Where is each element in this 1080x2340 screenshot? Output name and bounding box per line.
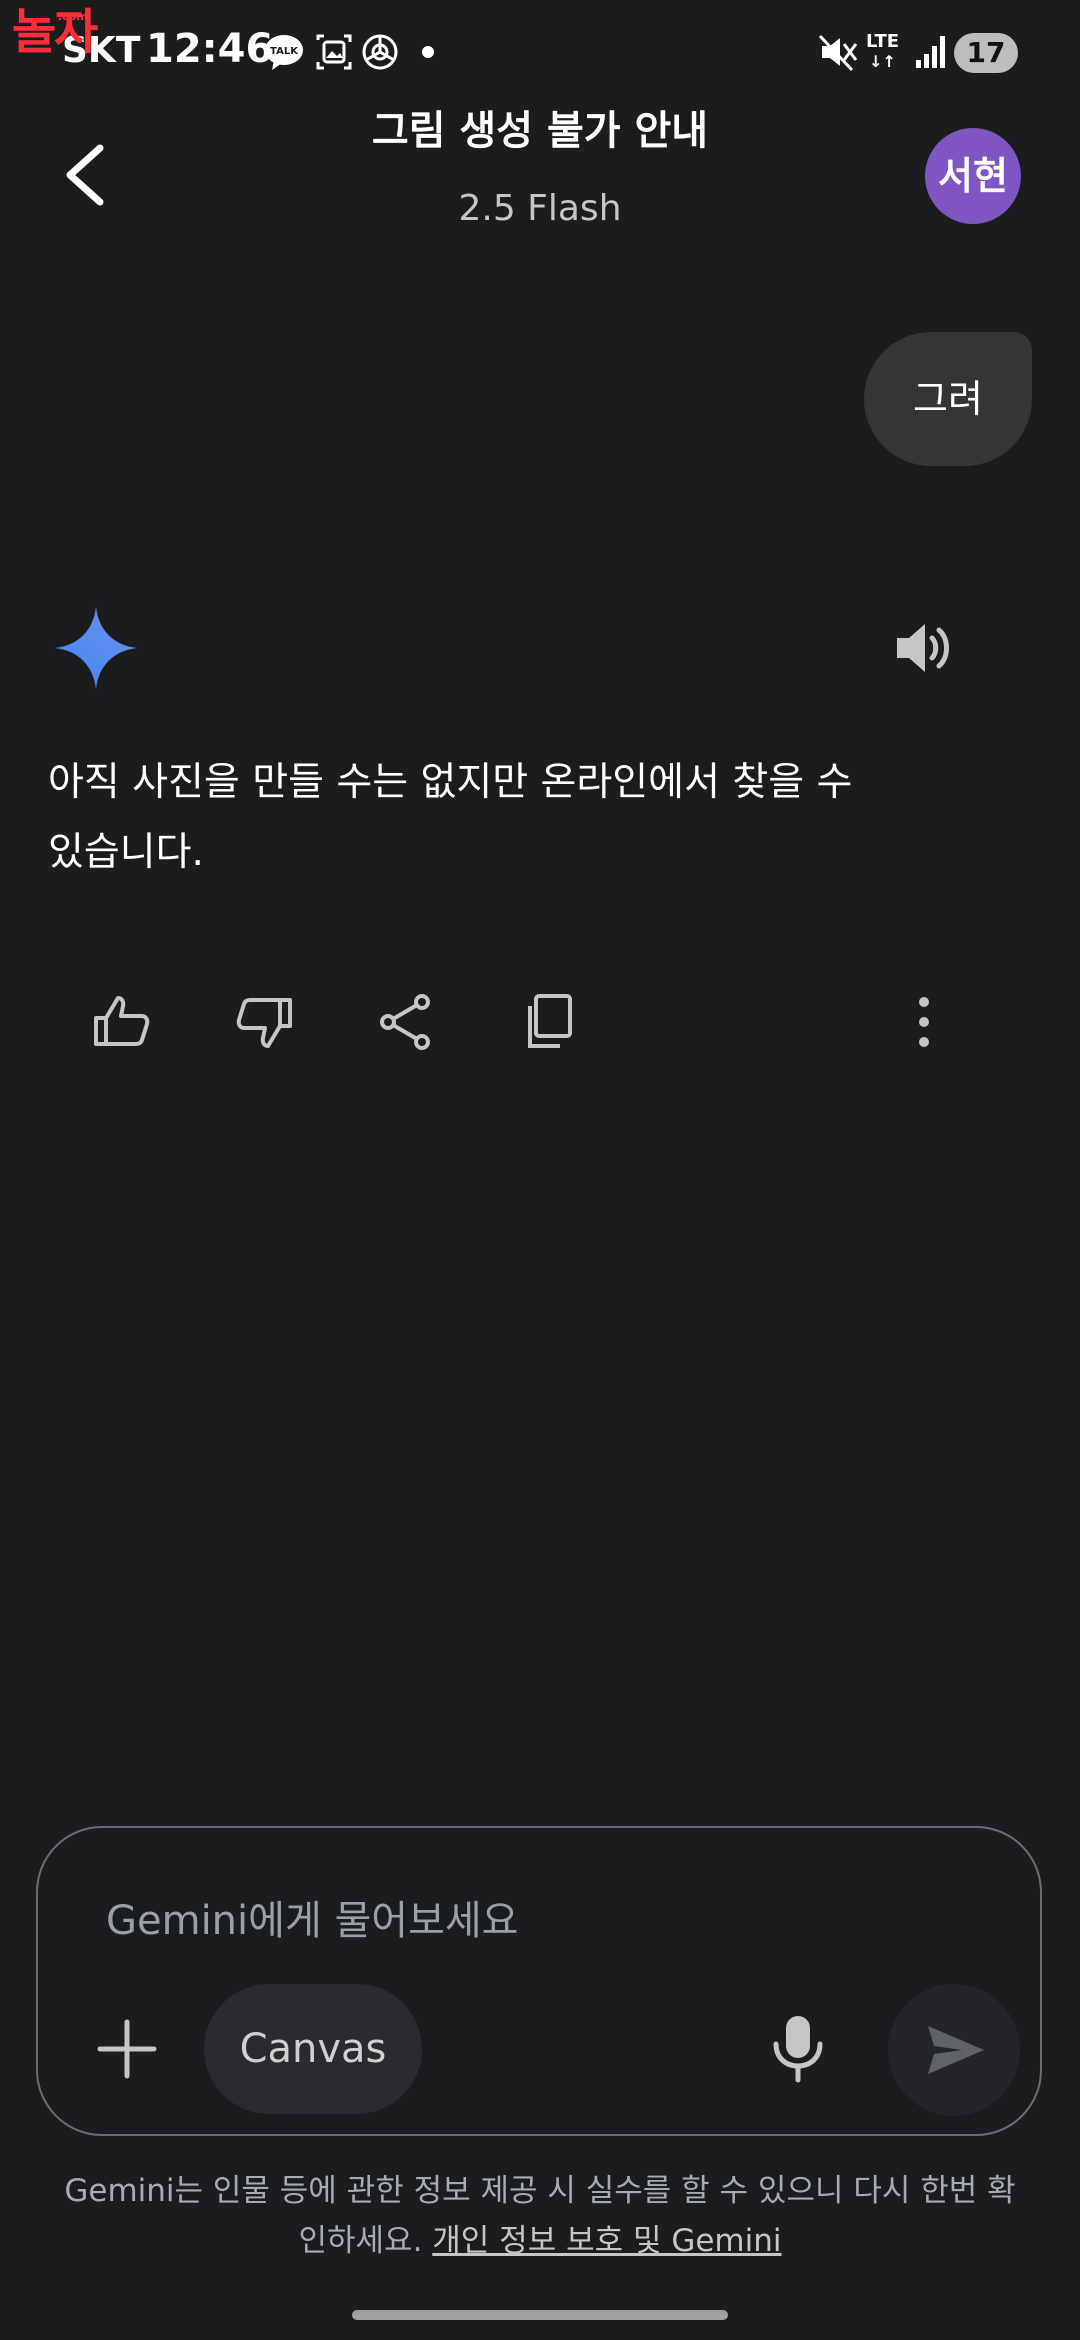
status-bar: SKT 놀자 .com 12:46 TALK LTE ↓↑ 17 — [0, 0, 1080, 110]
home-indicator[interactable] — [352, 2310, 728, 2320]
model-reply-text: 아직 사진을 만들 수는 없지만 온라인에서 찾을 수 있습니다. — [48, 748, 948, 888]
speaker-icon[interactable] — [893, 620, 953, 676]
prompt-input[interactable]: Gemini에게 물어보세요 — [106, 1888, 518, 1946]
gemini-star-icon — [54, 606, 138, 690]
send-button[interactable] — [888, 1984, 1020, 2116]
send-icon — [928, 2026, 984, 2074]
gallery-icon — [316, 34, 352, 70]
microphone-icon[interactable] — [770, 2014, 826, 2084]
back-button[interactable] — [56, 140, 116, 210]
mute-icon — [818, 34, 858, 72]
openai-icon — [362, 34, 398, 70]
svg-text:TALK: TALK — [270, 46, 299, 57]
model-reply-line: 아직 사진을 만들 수는 없지만 온라인에서 찾을 수 — [48, 760, 853, 805]
avatar[interactable]: 서현 — [925, 128, 1021, 224]
canvas-button[interactable]: Canvas — [204, 1984, 422, 2114]
status-time: 12:46 — [146, 26, 274, 72]
copy-icon[interactable] — [518, 990, 582, 1054]
thumbs-down-icon[interactable] — [232, 990, 296, 1054]
privacy-link[interactable]: 개인 정보 보호 및 Gemini — [432, 2223, 781, 2259]
talk-icon: TALK — [265, 35, 303, 70]
network-type: LTE ↓↑ — [866, 31, 900, 72]
signal-icon — [916, 36, 945, 68]
share-icon[interactable] — [374, 990, 438, 1054]
model-selector[interactable]: 2.5 Flash — [340, 188, 740, 229]
user-message-bubble: 그려 — [864, 332, 1032, 466]
disclaimer: Gemini는 인물 등에 관한 정보 제공 시 실수를 할 수 있으니 다시 … — [60, 2166, 1020, 2266]
dot-icon — [422, 46, 434, 58]
add-button[interactable] — [94, 2016, 160, 2082]
more-icon[interactable] — [892, 990, 956, 1054]
thumbs-up-icon[interactable] — [90, 990, 154, 1054]
watermark-suffix: .com — [58, 10, 88, 23]
battery-indicator: 17 — [954, 33, 1018, 73]
model-reply-line: 있습니다. — [48, 830, 204, 875]
page-title: 그림 생성 불가 안내 — [371, 108, 709, 154]
